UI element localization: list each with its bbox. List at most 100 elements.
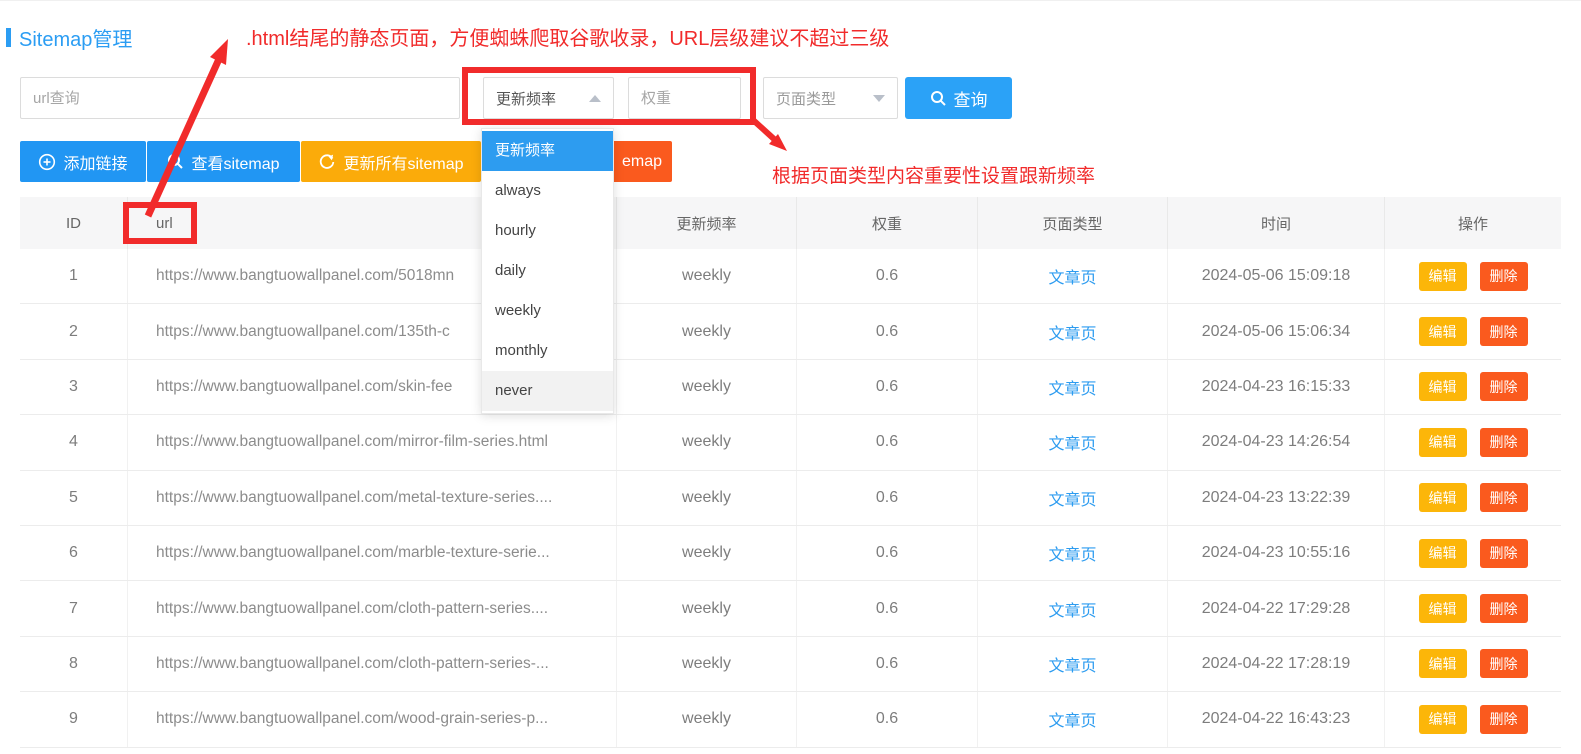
delete-button[interactable]: 删除 xyxy=(1480,372,1528,401)
cell-actions: 编辑 删除 xyxy=(1385,637,1561,691)
page-type-link[interactable]: 文章页 xyxy=(1048,597,1096,621)
cell-frequency: weekly xyxy=(617,415,797,469)
annotation-note-right: 根据页面类型内容重要性设置跟新频率 xyxy=(772,161,1095,188)
cell-url: https://www.bangtuowallpanel.com/cloth-p… xyxy=(128,637,617,691)
cell-weight: 0.6 xyxy=(797,249,978,303)
annotation-arrow-right-head xyxy=(769,134,787,151)
cell-page-type: 文章页 xyxy=(978,415,1168,469)
cell-time: 2024-05-06 15:09:18 xyxy=(1168,249,1385,303)
page-type-link[interactable]: 文章页 xyxy=(1048,264,1096,288)
edit-button[interactable]: 编辑 xyxy=(1419,705,1467,734)
dropdown-option-更新频率[interactable]: 更新频率 xyxy=(482,131,613,171)
cell-url: https://www.bangtuowallpanel.com/marble-… xyxy=(128,526,617,580)
table-column-header-5: 页面类型 xyxy=(978,197,1168,249)
sitemap-table: IDurl更新频率权重页面类型时间操作 1 https://www.bangtu… xyxy=(20,197,1561,748)
edit-button[interactable]: 编辑 xyxy=(1419,372,1467,401)
search-button-label: 查询 xyxy=(954,86,988,111)
edit-button[interactable]: 编辑 xyxy=(1419,594,1467,623)
cell-actions: 编辑 删除 xyxy=(1385,360,1561,414)
cell-id: 3 xyxy=(20,360,128,414)
dropdown-option-always[interactable]: always xyxy=(482,171,613,211)
dropdown-option-monthly[interactable]: monthly xyxy=(482,331,613,371)
plus-circle-icon xyxy=(38,153,56,171)
table-column-header-7: 操作 xyxy=(1385,197,1561,249)
delete-button[interactable]: 删除 xyxy=(1480,428,1528,457)
cell-frequency: weekly xyxy=(617,526,797,580)
cell-id: 6 xyxy=(20,526,128,580)
table-row: 8 https://www.bangtuowallpanel.com/cloth… xyxy=(20,637,1561,692)
cell-page-type: 文章页 xyxy=(978,637,1168,691)
delete-button[interactable]: 删除 xyxy=(1480,705,1528,734)
cell-page-type: 文章页 xyxy=(978,249,1168,303)
dropdown-option-hourly[interactable]: hourly xyxy=(482,211,613,251)
delete-button[interactable]: 删除 xyxy=(1480,317,1528,346)
page-title: Sitemap管理 xyxy=(19,23,132,52)
search-icon xyxy=(930,90,947,107)
page-type-link[interactable]: 文章页 xyxy=(1048,707,1096,731)
dropdown-option-daily[interactable]: daily xyxy=(482,251,613,291)
page-type-link[interactable]: 文章页 xyxy=(1048,320,1096,344)
cell-url: https://www.bangtuowallpanel.com/wood-gr… xyxy=(128,692,617,746)
cell-time: 2024-04-23 16:15:33 xyxy=(1168,360,1385,414)
cell-weight: 0.6 xyxy=(797,637,978,691)
cell-id: 2 xyxy=(20,304,128,358)
annotation-note-top: .html结尾的静态页面，方便蜘蛛爬取谷歌收录，URL层级建议不超过三级 xyxy=(246,22,889,51)
edit-button[interactable]: 编辑 xyxy=(1419,483,1467,512)
refresh-icon xyxy=(318,153,336,171)
cell-frequency: weekly xyxy=(617,581,797,635)
chevron-down-icon xyxy=(873,95,885,102)
page-type-link[interactable]: 文章页 xyxy=(1048,486,1096,510)
edit-button[interactable]: 编辑 xyxy=(1419,649,1467,678)
delete-button[interactable]: 删除 xyxy=(1480,262,1528,291)
cell-page-type: 文章页 xyxy=(978,360,1168,414)
search-button[interactable]: 查询 xyxy=(905,77,1012,119)
cell-url: https://www.bangtuowallpanel.com/metal-t… xyxy=(128,471,617,525)
dropdown-option-weekly[interactable]: weekly xyxy=(482,291,613,331)
page-type-select[interactable]: 页面类型 xyxy=(763,77,898,119)
cell-time: 2024-04-23 14:26:54 xyxy=(1168,415,1385,469)
view-sitemap-button[interactable]: 查看sitemap xyxy=(147,141,300,182)
page-type-link[interactable]: 文章页 xyxy=(1048,375,1096,399)
update-all-sitemap-label: 更新所有sitemap xyxy=(343,150,463,174)
edit-button[interactable]: 编辑 xyxy=(1419,317,1467,346)
cell-url: https://www.bangtuowallpanel.com/cloth-p… xyxy=(128,581,617,635)
edit-button[interactable]: 编辑 xyxy=(1419,428,1467,457)
dropdown-option-never[interactable]: never xyxy=(482,371,613,411)
table-row: 2 https://www.bangtuowallpanel.com/135th… xyxy=(20,304,1561,359)
cell-actions: 编辑 删除 xyxy=(1385,304,1561,358)
annotation-arrow-up-head xyxy=(210,39,228,65)
table-row: 4 https://www.bangtuowallpanel.com/mirro… xyxy=(20,415,1561,470)
cell-weight: 0.6 xyxy=(797,415,978,469)
frequency-dropdown-menu: 更新频率alwayshourlydailyweeklymonthlynever xyxy=(481,128,614,414)
page-type-link[interactable]: 文章页 xyxy=(1048,652,1096,676)
delete-button[interactable]: 删除 xyxy=(1480,649,1528,678)
update-all-sitemap-button[interactable]: 更新所有sitemap xyxy=(301,141,481,182)
table-row: 1 https://www.bangtuowallpanel.com/5018m… xyxy=(20,249,1561,304)
page-type-link[interactable]: 文章页 xyxy=(1048,541,1096,565)
table-body: 1 https://www.bangtuowallpanel.com/5018m… xyxy=(20,249,1561,748)
cell-url: https://www.bangtuowallpanel.com/mirror-… xyxy=(128,415,617,469)
add-link-button[interactable]: 添加链接 xyxy=(20,141,146,182)
table-row: 6 https://www.bangtuowallpanel.com/marbl… xyxy=(20,526,1561,581)
url-search-input[interactable] xyxy=(20,77,460,119)
cell-page-type: 文章页 xyxy=(978,526,1168,580)
cell-actions: 编辑 删除 xyxy=(1385,415,1561,469)
edit-button[interactable]: 编辑 xyxy=(1419,539,1467,568)
search-icon xyxy=(167,153,184,170)
delete-button[interactable]: 删除 xyxy=(1480,483,1528,512)
cell-weight: 0.6 xyxy=(797,581,978,635)
cell-frequency: weekly xyxy=(617,692,797,746)
delete-button[interactable]: 删除 xyxy=(1480,539,1528,568)
delete-button[interactable]: 删除 xyxy=(1480,594,1528,623)
cell-time: 2024-04-23 13:22:39 xyxy=(1168,471,1385,525)
edit-button[interactable]: 编辑 xyxy=(1419,262,1467,291)
update-sitemap-partial-label: emap xyxy=(622,153,662,171)
cell-actions: 编辑 删除 xyxy=(1385,692,1561,746)
cell-id: 7 xyxy=(20,581,128,635)
cell-id: 9 xyxy=(20,692,128,746)
cell-time: 2024-04-23 10:55:16 xyxy=(1168,526,1385,580)
sitemap-admin-page: Sitemap管理 更新频率 页面类型 查询 添加链接 查看sitemap xyxy=(0,0,1581,754)
cell-weight: 0.6 xyxy=(797,360,978,414)
page-type-link[interactable]: 文章页 xyxy=(1048,430,1096,454)
table-column-header-1: ID xyxy=(20,197,128,249)
